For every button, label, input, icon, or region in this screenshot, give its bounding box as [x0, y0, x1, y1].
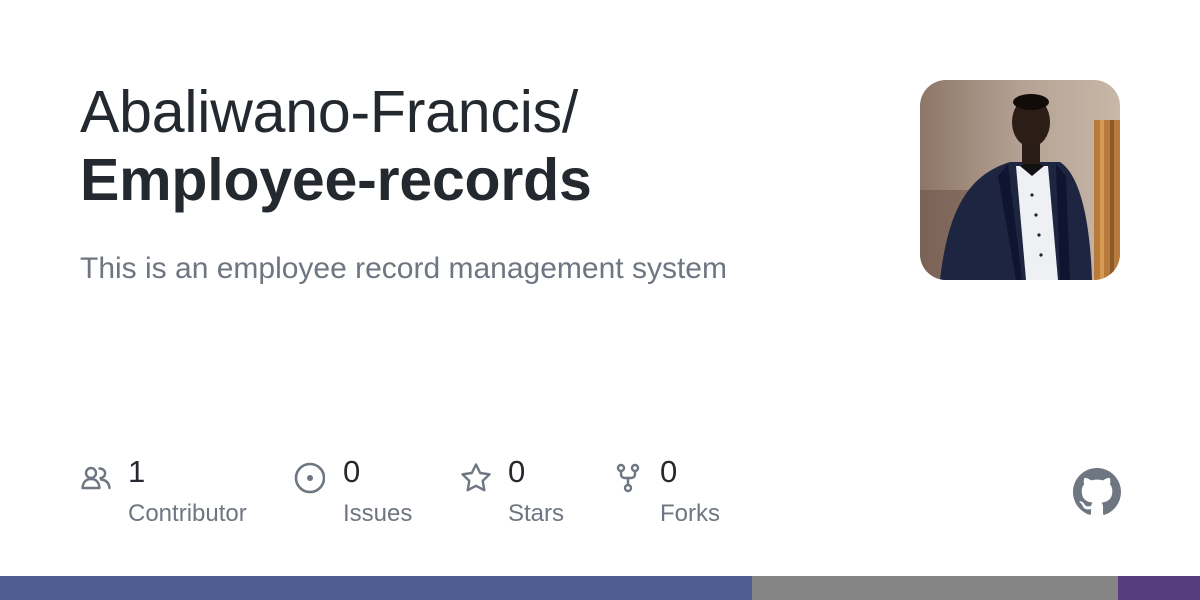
stat-forks[interactable]: 0 Forks [612, 450, 742, 534]
stars-label: Stars [508, 500, 565, 527]
stat-contributors[interactable]: 1 Contributor [80, 450, 270, 534]
language-bar [0, 576, 1200, 600]
people-icon [81, 466, 111, 490]
owner-avatar [920, 80, 1120, 280]
language-bar-segment-0 [0, 576, 753, 600]
repo-title: Abaliwano-Francis/ Employee-records [80, 78, 880, 214]
language-bar-segment-2 [1118, 576, 1200, 600]
issue-opened-icon [294, 462, 325, 494]
stat-stars[interactable]: 0 Stars [460, 450, 590, 534]
contributors-count: 1 [128, 454, 146, 489]
stat-issues[interactable]: 0 Issues [293, 450, 433, 534]
repo-owner: Abaliwano-Francis/ [80, 79, 579, 145]
issues-label: Issues [343, 500, 413, 527]
contributors-label: Contributor [128, 500, 247, 527]
github-mark-icon[interactable] [1073, 468, 1121, 516]
forks-count: 0 [660, 454, 678, 489]
user-avatar-photo [920, 80, 1120, 280]
repo-forked-icon [616, 463, 640, 493]
repo-description: This is an employee record management sy… [80, 252, 727, 285]
issues-count: 0 [343, 454, 361, 489]
forks-label: Forks [660, 500, 720, 527]
repo-name: Employee-records [80, 147, 592, 213]
stars-count: 0 [508, 454, 526, 489]
star-icon [461, 463, 491, 492]
language-bar-segment-1 [752, 576, 1119, 600]
